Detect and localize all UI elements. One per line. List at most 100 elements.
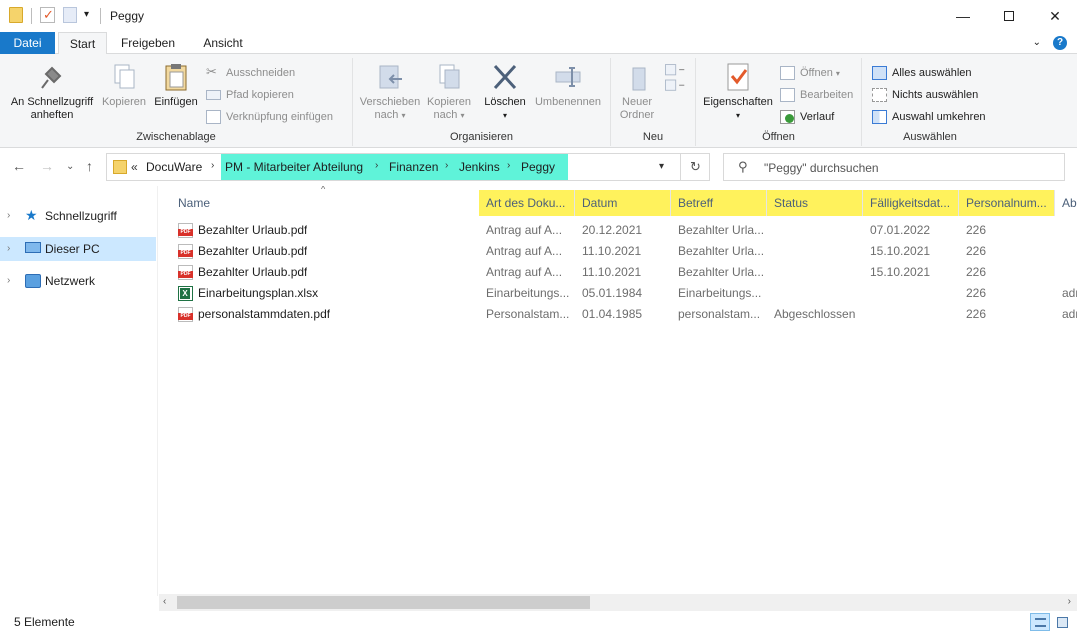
folder-icon (9, 7, 23, 23)
up-arrow-icon[interactable]: ↑ (86, 158, 93, 174)
column-subject[interactable]: Betreff (671, 190, 767, 216)
excel-file-icon (178, 286, 193, 301)
open-button[interactable]: Öffnen ▾ (780, 64, 840, 82)
file-row[interactable]: personalstammdaten.pdf Personalstam... 0… (159, 304, 1077, 325)
column-due-date[interactable]: Fälligkeitsdat... (863, 190, 959, 216)
file-personnel-number: 226 (966, 223, 987, 237)
window-title: Peggy (110, 9, 145, 23)
search-input[interactable]: ⚲ "Peggy" durchsuchen (723, 153, 1065, 181)
chevron-right-icon[interactable]: › (507, 160, 510, 171)
expand-icon[interactable]: › (7, 237, 10, 261)
expand-icon[interactable]: › (7, 269, 10, 293)
computer-icon (25, 242, 41, 253)
copy-path-button[interactable]: Pfad kopieren (206, 86, 294, 104)
pdf-file-icon (178, 244, 193, 259)
horizontal-scrollbar[interactable]: ‹ › (159, 594, 1077, 611)
file-row[interactable]: Bezahlter Urlaub.pdf Antrag auf A... 11.… (159, 262, 1077, 283)
close-button[interactable]: ✕ (1032, 0, 1077, 32)
expand-icon[interactable]: › (7, 204, 10, 228)
column-status[interactable]: Status (767, 190, 863, 216)
maximize-button[interactable] (986, 0, 1032, 32)
tab-view[interactable]: Ansicht (190, 32, 256, 54)
details-view-button[interactable] (1030, 613, 1050, 631)
recent-locations-icon[interactable]: ⌄ (66, 161, 74, 172)
clipboard-group: An Schnellzugriff anheften Kopieren Einf… (0, 58, 353, 146)
nav-label: Netzwerk (45, 274, 96, 288)
paste-button[interactable]: Einfügen (150, 62, 202, 109)
paste-shortcut-label: Verknüpfung einfügen (226, 111, 334, 123)
delete-button[interactable]: Löschen ▾ (481, 62, 529, 122)
scroll-right-icon[interactable]: › (1068, 596, 1071, 607)
refresh-icon[interactable]: ↻ (680, 154, 710, 180)
column-name[interactable]: Name (171, 190, 479, 216)
file-row[interactable]: Einarbeitungsplan.xlsx Einarbeitungs... … (159, 283, 1077, 304)
tab-start[interactable]: Start (58, 32, 107, 55)
history-button[interactable]: Verlauf (780, 108, 834, 126)
nav-item-network[interactable]: › Netzwerk (0, 269, 156, 293)
file-row[interactable]: Bezahlter Urlaub.pdf Antrag auf A... 20.… (159, 220, 1077, 241)
rename-button[interactable]: Umbenennen (531, 62, 605, 109)
file-list: ^ Name Art des Doku... Datum Betreff Sta… (159, 186, 1077, 594)
help-icon[interactable]: ? (1053, 36, 1067, 50)
quick-access-divider (31, 8, 32, 24)
ribbon-tabs: Datei Start Freigeben Ansicht ⌄ ? (0, 32, 1077, 55)
cut-button[interactable]: ✂ Ausschneiden (206, 64, 295, 82)
new-folder-button[interactable]: Neuer Ordner (615, 62, 659, 122)
back-arrow-icon[interactable]: ← (12, 158, 26, 174)
crumb-finanzen[interactable]: Finanzen (389, 160, 438, 174)
tab-share[interactable]: Freigeben (112, 32, 184, 54)
delete-label: Löschen (484, 96, 526, 108)
crumb-department[interactable]: PM - Mitarbeiter Abteilung (225, 160, 363, 174)
edit-button[interactable]: Bearbeiten (780, 86, 853, 104)
nav-item-this-pc[interactable]: › Dieser PC (0, 237, 156, 261)
file-doc-type: Antrag auf A... (486, 265, 563, 279)
new-item-button[interactable] (659, 62, 689, 102)
column-date[interactable]: Datum (575, 190, 671, 216)
select-none-button[interactable]: Nichts auswählen (872, 86, 978, 104)
chevron-down-icon[interactable]: ▾ (659, 161, 664, 172)
new-folder-quick-icon[interactable] (63, 7, 77, 23)
address-overflow-icon[interactable]: « (131, 160, 138, 174)
scrollbar-thumb[interactable] (177, 596, 590, 609)
select-all-label: Alles auswählen (892, 67, 972, 79)
copy-to-button[interactable]: Kopieren nach ▾ (423, 62, 475, 122)
minimize-button[interactable]: — (940, 0, 986, 32)
copy-button[interactable]: Kopieren (99, 62, 149, 109)
tab-file[interactable]: Datei (0, 32, 55, 54)
column-ab[interactable]: Ab (1055, 190, 1077, 216)
cut-label: Ausschneiden (226, 67, 296, 79)
column-personnel-number[interactable]: Personalnum... (959, 190, 1055, 216)
chevron-right-icon[interactable]: › (211, 160, 214, 171)
crumb-peggy[interactable]: Peggy (521, 160, 555, 174)
open-group-label: Öffnen (762, 131, 795, 143)
invert-selection-icon (872, 110, 887, 124)
chevron-right-icon[interactable]: › (375, 160, 378, 171)
ribbon: An Schnellzugriff anheften Kopieren Einf… (0, 54, 1077, 148)
open-label: Öffnen (800, 67, 833, 79)
file-name: Bezahlter Urlaub.pdf (198, 223, 308, 237)
nav-item-quick-access[interactable]: › ★ Schnellzugriff (0, 204, 156, 228)
crumb-jenkins[interactable]: Jenkins (459, 160, 500, 174)
chevron-down-icon[interactable]: ⌄ (1033, 37, 1041, 48)
column-document-type[interactable]: Art des Doku... (479, 190, 575, 216)
properties-quick-icon[interactable] (40, 7, 55, 23)
invert-selection-button[interactable]: Auswahl umkehren (872, 108, 986, 126)
address-bar[interactable]: « DocuWare › PM - Mitarbeiter Abteilung … (106, 153, 710, 181)
scroll-left-icon[interactable]: ‹ (163, 596, 166, 607)
maximize-icon (1004, 11, 1014, 22)
properties-label: Eigenschaften (703, 96, 773, 108)
paste-shortcut-button[interactable]: Verknüpfung einfügen (206, 108, 333, 126)
properties-button[interactable]: Eigenschaften ▾ (700, 62, 776, 122)
file-status: Abgeschlossen (774, 307, 856, 321)
move-to-button[interactable]: Verschieben nach ▾ (357, 62, 423, 122)
file-subject: Bezahlter Urla... (678, 244, 765, 258)
file-row[interactable]: Bezahlter Urlaub.pdf Antrag auf A... 11.… (159, 241, 1077, 262)
customize-quick-access-icon[interactable]: ▾ (84, 9, 89, 20)
crumb-docuware[interactable]: DocuWare (146, 160, 202, 174)
navigation-pane: › ★ Schnellzugriff › Dieser PC › Netzwer… (0, 186, 158, 596)
select-all-button[interactable]: Alles auswählen (872, 64, 972, 82)
large-icons-view-button[interactable] (1052, 613, 1072, 631)
chevron-right-icon[interactable]: › (445, 160, 448, 171)
forward-arrow-icon[interactable]: → (40, 158, 54, 174)
pin-to-quick-access-button[interactable]: An Schnellzugriff anheften (6, 62, 98, 122)
